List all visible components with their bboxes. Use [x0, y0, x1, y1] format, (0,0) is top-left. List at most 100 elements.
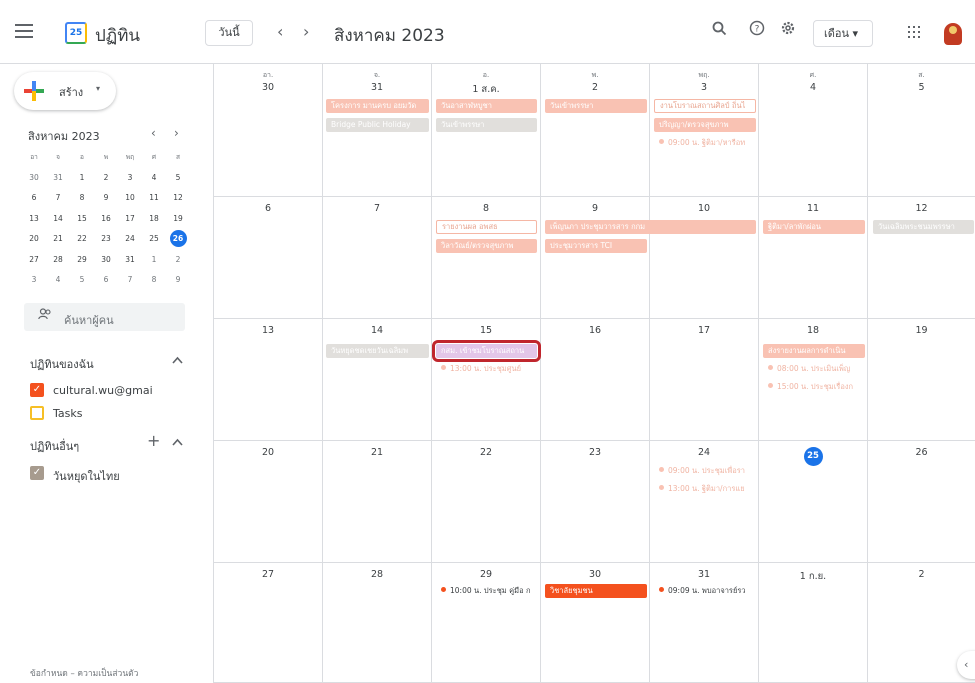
day-cell[interactable]: 25: [759, 441, 868, 563]
day-cell[interactable]: 16: [541, 319, 650, 441]
day-number[interactable]: 26: [868, 447, 975, 458]
day-cell[interactable]: 28: [323, 563, 432, 683]
day-number[interactable]: 31: [323, 82, 431, 93]
day-number[interactable]: 17: [650, 325, 758, 336]
event-chip[interactable]: งานโบราณสถานศิลป์ ถิ่นไ: [654, 99, 756, 113]
checkbox-checked-icon[interactable]: ✓: [30, 383, 44, 397]
day-cell[interactable]: 20: [214, 441, 323, 563]
day-cell[interactable]: 9: [541, 197, 650, 319]
day-number[interactable]: 7: [323, 203, 431, 214]
mini-day[interactable]: 6: [94, 270, 118, 291]
day-cell[interactable]: 1 ก.ย.: [759, 563, 868, 683]
mini-day[interactable]: 15: [70, 209, 94, 230]
day-number[interactable]: 30: [214, 82, 322, 93]
day-number[interactable]: 5: [868, 82, 975, 93]
today-button[interactable]: วันนี้: [205, 20, 253, 46]
mini-day[interactable]: 30: [22, 168, 46, 189]
mini-prev-month-button[interactable]: ‹: [151, 126, 156, 140]
help-icon[interactable]: ?: [746, 20, 768, 42]
mini-day[interactable]: 16: [94, 209, 118, 230]
day-number[interactable]: 2: [541, 82, 649, 93]
mini-day[interactable]: 21: [46, 229, 70, 250]
view-selector-dropdown[interactable]: เดือน ▾: [813, 20, 873, 47]
mini-day[interactable]: 22: [70, 229, 94, 250]
mini-day[interactable]: 23: [94, 229, 118, 250]
mini-day[interactable]: 29: [70, 250, 94, 271]
day-cell[interactable]: 17: [650, 319, 759, 441]
day-cell[interactable]: ส. 5: [868, 64, 975, 197]
my-calendars-collapse-icon[interactable]: [172, 354, 183, 367]
day-cell[interactable]: 21: [323, 441, 432, 563]
day-number[interactable]: 16: [541, 325, 649, 336]
day-number[interactable]: 14: [323, 325, 431, 336]
day-cell[interactable]: 29: [432, 563, 541, 683]
day-number[interactable]: 8: [432, 203, 540, 214]
event-chip[interactable]: โครงการ มานครบ อยมวัด: [326, 99, 429, 113]
day-cell[interactable]: 19: [868, 319, 975, 441]
mini-day[interactable]: 25: [142, 229, 166, 250]
day-number[interactable]: 9: [541, 203, 649, 214]
timed-event[interactable]: 13:00 น. ประชุมศูนย์: [436, 362, 539, 376]
mini-day[interactable]: 6: [22, 188, 46, 209]
mini-day[interactable]: 3: [22, 270, 46, 291]
day-number[interactable]: 25: [759, 447, 867, 466]
mini-day[interactable]: 19: [166, 209, 190, 230]
mini-day[interactable]: 18: [142, 209, 166, 230]
google-apps-icon[interactable]: [908, 26, 920, 38]
mini-day[interactable]: 7: [46, 188, 70, 209]
day-cell[interactable]: 14: [323, 319, 432, 441]
day-number[interactable]: 19: [868, 325, 975, 336]
mini-day[interactable]: 2: [94, 168, 118, 189]
mini-day[interactable]: 20: [22, 229, 46, 250]
main-menu-icon[interactable]: [15, 24, 33, 38]
day-number[interactable]: 12: [868, 203, 975, 214]
day-number[interactable]: 21: [323, 447, 431, 458]
day-cell[interactable]: 10: [650, 197, 759, 319]
event-chip[interactable]: ฐิติมา/ลาพักผ่อน: [763, 220, 865, 234]
mini-day[interactable]: 24: [118, 229, 142, 250]
day-cell[interactable]: ศ. 4: [759, 64, 868, 197]
event-chip[interactable]: วิลาวัณย์/ตรวจสุขภาพ: [436, 239, 537, 253]
search-icon[interactable]: [708, 20, 730, 42]
day-number[interactable]: 1 ก.ย.: [759, 569, 867, 584]
day-cell[interactable]: 27: [214, 563, 323, 683]
day-number[interactable]: 22: [432, 447, 540, 458]
event-chip[interactable]: วันอาสาฬหบูชา: [436, 99, 537, 113]
mini-day[interactable]: 17: [118, 209, 142, 230]
mini-day[interactable]: 10: [118, 188, 142, 209]
mini-next-month-button[interactable]: ›: [174, 126, 179, 140]
mini-day[interactable]: 1: [142, 250, 166, 271]
mini-day[interactable]: 28: [46, 250, 70, 271]
mini-day[interactable]: 1: [70, 168, 94, 189]
mini-day[interactable]: 12: [166, 188, 190, 209]
next-period-button[interactable]: ›: [303, 22, 309, 41]
create-button[interactable]: สร้าง ▾: [14, 72, 116, 110]
day-number[interactable]: 30: [541, 569, 649, 580]
mini-day[interactable]: 8: [142, 270, 166, 291]
day-number[interactable]: 29: [432, 569, 540, 580]
timed-event[interactable]: 10:00 น. ประชุม คู่มือ ก: [436, 584, 539, 598]
mini-day[interactable]: 31: [46, 168, 70, 189]
day-cell[interactable]: 30: [541, 563, 650, 683]
day-number[interactable]: 23: [541, 447, 649, 458]
event-chip[interactable]: Bridge Public Holiday: [326, 118, 429, 132]
day-cell[interactable]: 24: [650, 441, 759, 563]
mini-day[interactable]: 27: [22, 250, 46, 271]
mini-day[interactable]: 5: [166, 168, 190, 189]
mini-day[interactable]: 26: [166, 229, 190, 250]
timed-event[interactable]: 09:00 น. ประชุมเพื่อรา: [654, 464, 758, 478]
mini-day[interactable]: 5: [70, 270, 94, 291]
add-other-calendar-icon[interactable]: +: [147, 431, 160, 450]
event-chip[interactable]: เพ็ญนภา ประชุมวารสาร กกม: [545, 220, 756, 234]
day-number[interactable]: 10: [650, 203, 758, 214]
event-chip[interactable]: รายงานผล อพสธ: [436, 220, 537, 234]
event-chip-selected[interactable]: กสม. เข้าชมโบราณสถาน: [432, 340, 541, 362]
day-number[interactable]: 13: [214, 325, 322, 336]
day-cell[interactable]: 15: [432, 319, 541, 441]
day-cell[interactable]: 23: [541, 441, 650, 563]
checkbox-checked-icon[interactable]: ✓: [30, 466, 44, 480]
timed-event[interactable]: 15:00 น. ประชุมเรื่องก: [763, 380, 866, 394]
mini-day[interactable]: 31: [118, 250, 142, 271]
mini-day[interactable]: 13: [22, 209, 46, 230]
day-number[interactable]: 3: [650, 82, 758, 93]
